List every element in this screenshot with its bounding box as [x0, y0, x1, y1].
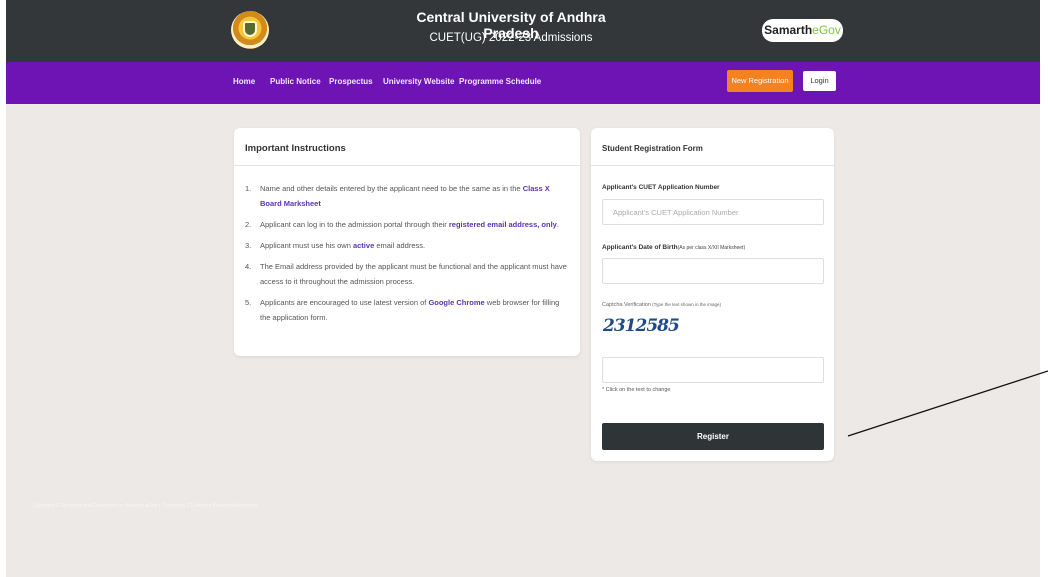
- annotation-line-stroke: [847, 370, 1048, 437]
- annotation-line: [847, 370, 1048, 437]
